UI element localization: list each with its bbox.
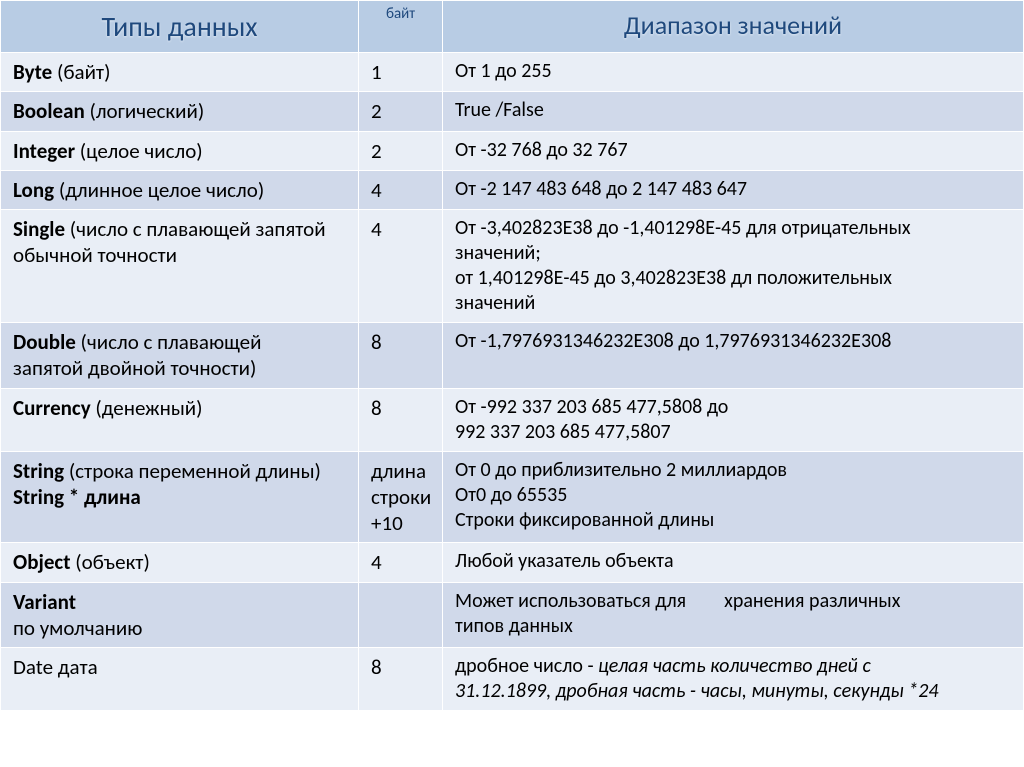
type-name: Boolean xyxy=(13,98,85,124)
table-row: Single (число с плавающей запятой обычно… xyxy=(1,210,1024,323)
table-row: String (строка переменной длины) String … xyxy=(1,451,1024,543)
bytes-cell: 4 xyxy=(359,543,443,582)
range-cell: От -3,402823Е38 до -1,401298Е-45 для отр… xyxy=(443,210,1024,323)
type-line2: обычной точности xyxy=(13,242,177,268)
type-cell: Object (объект) xyxy=(1,543,359,582)
header-range: Диапазон значений xyxy=(443,1,1024,53)
type-cell: Single (число с плавающей запятой обычно… xyxy=(1,210,359,323)
type-paren: (длинное целое число) xyxy=(59,177,264,203)
table-header-row: Типы данных байт Диапазон значений xyxy=(1,1,1024,53)
range-cell: От 0 до приблизительно 2 миллиардов От0 … xyxy=(443,451,1024,543)
type-cell: Integer (целое число) xyxy=(1,131,359,170)
type-paren: (число с плавающей xyxy=(81,329,262,355)
range-cell: True /False xyxy=(443,92,1024,131)
type-cell: Byte (байт) xyxy=(1,53,359,92)
type-cell: Variant по умолчанию xyxy=(1,582,359,648)
type-paren: (число с плавающей запятой xyxy=(70,216,326,242)
type-cell: String (строка переменной длины) String … xyxy=(1,451,359,543)
type-name: Long xyxy=(13,177,54,203)
bytes-cell: 8 xyxy=(359,648,443,711)
type-name: Single xyxy=(13,216,65,242)
range-cell: От 1 до 255 xyxy=(443,53,1024,92)
table-row: Currency (денежный) 8 От -992 337 203 68… xyxy=(1,388,1024,451)
range-line: От 0 до приблизительно 2 миллиардов xyxy=(455,458,787,482)
type-paren: (объект) xyxy=(75,549,150,575)
type-name: Date xyxy=(13,654,53,680)
type-cell: Boolean (логический) xyxy=(1,92,359,131)
table-row: Byte (байт) 1 От 1 до 255 xyxy=(1,53,1024,92)
type-paren: (строка переменной длины) xyxy=(69,458,321,484)
bytes-cell: 8 xyxy=(359,323,443,389)
type-name: String xyxy=(13,458,64,484)
bytes-cell: 2 xyxy=(359,131,443,170)
bytes-cell: 1 xyxy=(359,53,443,92)
range-line: От -3,402823Е38 до -1,401298Е-45 для отр… xyxy=(455,216,911,240)
table-row: Date дата 8 дробное число - целая часть … xyxy=(1,648,1024,711)
range-cell: От -992 337 203 685 477,5808 до 992 337 … xyxy=(443,388,1024,451)
range-italic: целая часть количество дней с xyxy=(598,654,871,678)
type-cell: Date дата xyxy=(1,648,359,711)
range-line: 992 337 203 685 477,5807 xyxy=(455,420,671,444)
type-line2: по умолчанию xyxy=(13,615,142,641)
range-cell: От -32 768 до 32 767 xyxy=(443,131,1024,170)
type-paren: (логический) xyxy=(89,98,204,124)
header-bytes: байт xyxy=(359,1,443,53)
range-line: дробное число - xyxy=(455,654,598,678)
table-row: Long (длинное целое число) 4 От -2 147 4… xyxy=(1,170,1024,209)
type-paren: (целое число) xyxy=(80,138,203,164)
range-cell: От -1,7976931346232Е308 до 1,79769313462… xyxy=(443,323,1024,389)
bytes-cell: 8 xyxy=(359,388,443,451)
table-row: Double (число с плавающей запятой двойно… xyxy=(1,323,1024,389)
bytes-cell: 2 xyxy=(359,92,443,131)
type-name: Object xyxy=(13,549,70,575)
type-cell: Long (длинное целое число) xyxy=(1,170,359,209)
range-line: значений xyxy=(455,291,535,315)
range-line: от 1,401298Е-45 до 3,402823Е38 дл положи… xyxy=(455,266,892,290)
range-line: значений; xyxy=(455,241,541,265)
range-line: Строки фиксированной длины xyxy=(455,508,714,532)
type-name: Integer xyxy=(13,138,75,164)
bytes-cell xyxy=(359,582,443,648)
range-line: От0 до 65535 xyxy=(455,483,567,507)
range-cell: дробное число - целая часть количество д… xyxy=(443,648,1024,711)
table-row: Variant по умолчанию Может использоватьс… xyxy=(1,582,1024,648)
type-name: Currency xyxy=(13,395,91,421)
range-cell: Может использоваться для хранения различн… xyxy=(443,582,1024,648)
bytes-cell: 4 xyxy=(359,210,443,323)
type-cell: Double (число с плавающей запятой двойно… xyxy=(1,323,359,389)
type-paren: (денежный) xyxy=(95,395,202,421)
range-line: Может использоваться для xyxy=(455,589,686,613)
bytes-cell: 4 xyxy=(359,170,443,209)
bytes-cell: длина строки +10 xyxy=(359,451,443,543)
type-line2-bold: String * длина xyxy=(13,484,141,510)
type-name: Double xyxy=(13,329,76,355)
type-paren: (байт) xyxy=(57,59,110,85)
data-types-table: Типы данных байт Диапазон значений Byte … xyxy=(0,0,1024,711)
range-italic: 31.12.1899, дробная часть - часы, минуты… xyxy=(455,679,939,703)
type-post: дата xyxy=(53,654,98,680)
table-row: Boolean (логический) 2 True /False xyxy=(1,92,1024,131)
range-cell: От -2 147 483 648 до 2 147 483 647 xyxy=(443,170,1024,209)
range-line: типов данных xyxy=(455,614,573,638)
table-row: Integer (целое число) 2 От -32 768 до 32… xyxy=(1,131,1024,170)
type-name: Variant xyxy=(13,589,76,615)
table-row: Object (объект) 4 Любой указатель объект… xyxy=(1,543,1024,582)
type-name: Byte xyxy=(13,59,52,85)
header-types: Типы данных xyxy=(1,1,359,53)
type-line2: запятой двойной точности) xyxy=(13,355,256,381)
range-cell: Любой указатель объекта xyxy=(443,543,1024,582)
range-line: От -992 337 203 685 477,5808 до xyxy=(455,395,728,419)
type-cell: Currency (денежный) xyxy=(1,388,359,451)
range-line: хранения различных xyxy=(724,589,900,613)
